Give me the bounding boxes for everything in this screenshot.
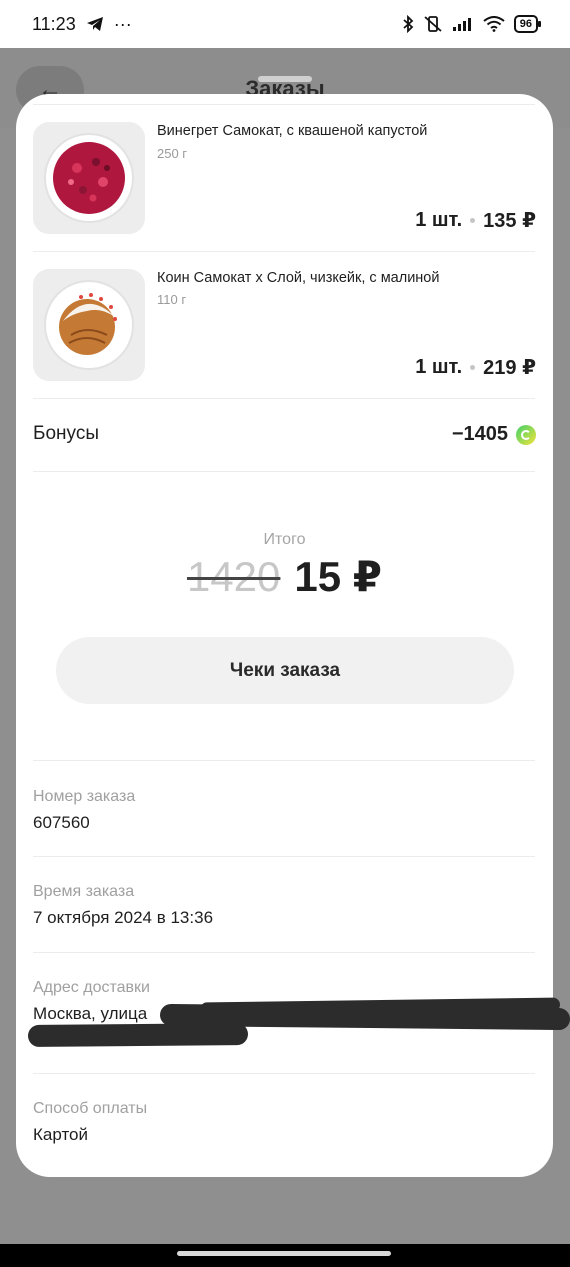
signal-icon (452, 18, 471, 31)
order-number-value: 607560 (33, 813, 90, 832)
vinegret-bowl-icon (44, 133, 134, 223)
order-number-label: Номер заказа (33, 788, 136, 805)
product-quantity: 1 шт. (415, 209, 463, 231)
product-image-vinegret (33, 122, 145, 234)
divider (33, 856, 535, 857)
wifi-icon (483, 16, 505, 32)
product-quantity-price: 1 шт. 219 ₽ (415, 355, 536, 380)
divider (33, 398, 535, 399)
bonus-coin-icon (516, 424, 536, 445)
order-time-value: 7 октября 2024 в 13:36 (33, 908, 214, 927)
gesture-nav-bar (0, 1244, 570, 1267)
bonus-value-row: −1405 (452, 423, 536, 446)
total-row: 1420 15 ₽ (16, 552, 553, 601)
telegram-icon (86, 17, 103, 31)
bonus-value: −1405 (451, 423, 508, 445)
bonus-label: Бонусы (33, 423, 99, 444)
status-time: 11:23 (32, 13, 76, 34)
more-notifications-icon: ··· (113, 13, 132, 34)
divider (33, 104, 535, 105)
vibrate-off-icon (424, 16, 442, 32)
product-image-coin (33, 269, 145, 381)
divider (33, 471, 535, 472)
product-weight: 250 г (157, 146, 188, 161)
order-receipts-button[interactable]: Чеки заказа (56, 637, 514, 704)
separator-dot (470, 218, 476, 223)
separator-dot (470, 365, 476, 370)
divider (33, 952, 535, 953)
delivery-address-value: Москва, улица (33, 1004, 148, 1023)
product-weight: 110 г (157, 292, 187, 307)
battery-indicator: 96 (513, 15, 542, 33)
product-price: 219 ₽ (483, 357, 536, 379)
product-quantity: 1 шт. (415, 356, 463, 378)
home-gesture-pill[interactable] (177, 1251, 391, 1256)
divider (33, 251, 535, 252)
delivery-address-label: Адрес доставки (33, 979, 150, 996)
product-quantity-price: 1 шт. 135 ₽ (415, 208, 536, 233)
status-bar: 11:23 ··· 96 (0, 0, 570, 48)
old-total: 1420 (186, 553, 281, 600)
product-name: Винегрет Самокат, с квашеной капустой (157, 123, 428, 139)
redaction-scribble (27, 1023, 249, 1047)
product-name: Коин Самокат х Слой, чизкейк, с малиной (157, 270, 440, 286)
sheet-drag-handle[interactable] (258, 76, 312, 82)
total-label: Итого (263, 531, 306, 548)
product-price: 135 ₽ (483, 210, 536, 232)
divider (33, 760, 535, 761)
bluetooth-icon (403, 15, 414, 33)
payment-method-value: Картой (33, 1125, 88, 1144)
order-time-label: Время заказа (33, 883, 135, 900)
divider (33, 1073, 535, 1074)
cheesecake-icon (44, 280, 134, 370)
payment-method-label: Способ оплаты (33, 1100, 148, 1117)
new-total: 15 ₽ (294, 553, 383, 600)
